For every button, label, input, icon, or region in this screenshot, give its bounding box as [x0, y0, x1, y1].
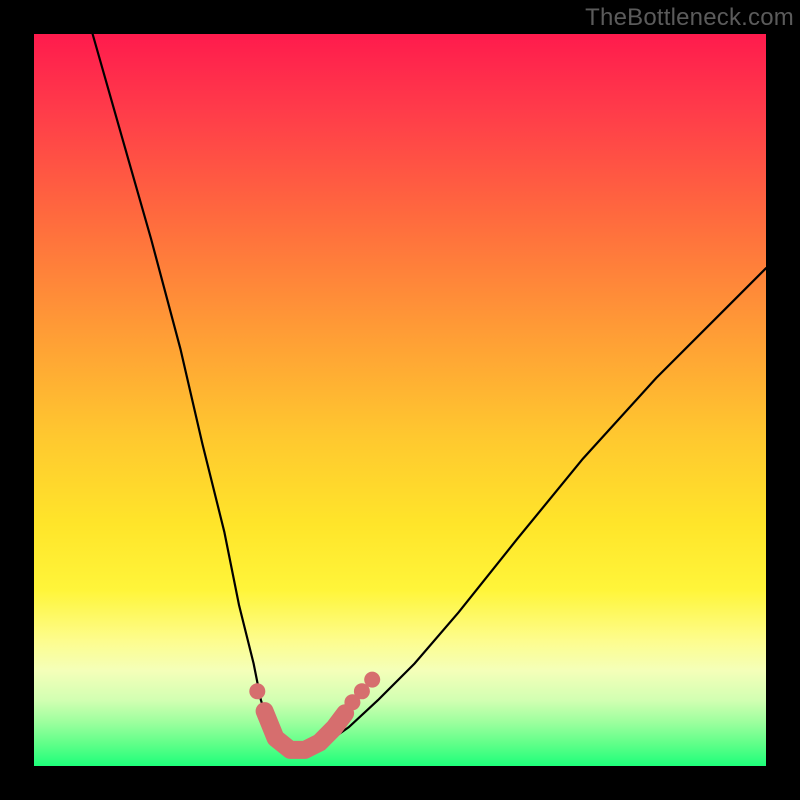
- curves-svg: [34, 34, 766, 766]
- marker-dot: [364, 672, 380, 688]
- chart-frame: TheBottleneck.com: [0, 0, 800, 800]
- plot-area: [34, 34, 766, 766]
- marker-curve: [265, 711, 346, 750]
- watermark-text: TheBottleneck.com: [585, 4, 794, 32]
- marker-dot: [249, 683, 265, 699]
- left-curve: [93, 34, 298, 754]
